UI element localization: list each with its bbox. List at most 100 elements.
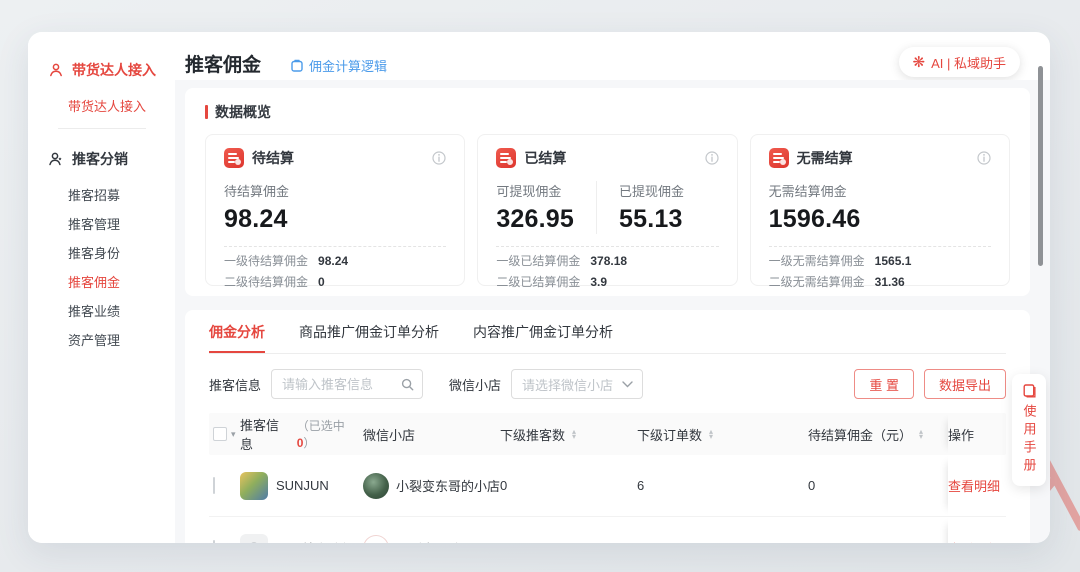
view-detail-link[interactable]: 查看明细	[948, 517, 1006, 543]
book-icon	[1022, 383, 1037, 398]
promoter-avatar	[240, 472, 268, 500]
sub-orders-value: 0	[637, 541, 808, 544]
detail-row: 二级待结算佣金 0	[224, 275, 446, 289]
search-icon[interactable]	[401, 378, 414, 391]
metric-value: 98.24	[224, 205, 289, 234]
sidebar-group-daren[interactable]: 带货达人接入	[48, 60, 156, 80]
shop-select-placeholder: 请选择微信小店	[522, 375, 613, 394]
shop-select[interactable]: 请选择微信小店	[511, 369, 643, 399]
col-sub-orders[interactable]: 下级订单数 ▴▾	[637, 425, 808, 444]
select-all-checkbox[interactable]	[213, 427, 227, 441]
analysis-tabs: 佣金分析 商品推广佣金订单分析 内容推广佣金订单分析	[209, 310, 1006, 354]
promoter-name: SUNJUN	[276, 478, 329, 493]
page-title: 推客佣金	[185, 50, 261, 77]
detail-row: 二级无需结算佣金 31.36	[769, 275, 991, 289]
ai-assistant-label: AI | 私域助手	[931, 53, 1006, 72]
col-action: 操作	[948, 413, 1006, 455]
main-content: 数据概览 待结算 待结算佣金 98.24	[175, 80, 1050, 543]
user-manual-tab[interactable]: 使用手册	[1012, 374, 1046, 486]
sidebar-group-distribution[interactable]: 推客分销	[48, 149, 128, 169]
sub-orders-value: 6	[637, 478, 808, 493]
metric-value: 1596.46	[769, 205, 861, 234]
pending-commission-value: 0	[808, 541, 948, 544]
card-title: 无需结算	[797, 148, 853, 168]
row-checkbox[interactable]	[213, 477, 215, 494]
receipt-icon	[496, 148, 516, 168]
col-promoter: 推客信息 （已选中0）	[240, 415, 363, 453]
receipt-icon	[224, 148, 244, 168]
sidebar-group-label: 带货达人接入	[72, 60, 156, 80]
metric-value: 55.13	[619, 205, 684, 234]
pending-commission-value: 0	[808, 478, 948, 493]
info-icon[interactable]	[977, 151, 991, 165]
sidebar-divider	[58, 128, 146, 129]
info-icon[interactable]	[705, 151, 719, 165]
people-icon	[48, 151, 64, 167]
export-button[interactable]: 数据导出	[924, 369, 1006, 399]
col-shop: 微信小店	[363, 425, 500, 444]
shop-logo: M	[363, 535, 389, 543]
sort-icon[interactable]: ▴▾	[919, 429, 923, 439]
tab-product-orders[interactable]: 商品推广佣金订单分析	[299, 310, 439, 353]
settled-card: 已结算 可提现佣金 326.95 已提现佣金 55.13	[477, 134, 737, 286]
sidebar: 带货达人接入 带货达人接入 推客分销 推客招募 推客管理 推客身份 推客佣金 推…	[28, 32, 176, 543]
sort-icon[interactable]: ▴▾	[572, 429, 576, 439]
card-title: 已结算	[524, 148, 566, 168]
view-detail-link[interactable]: 查看明细	[948, 455, 1006, 516]
col-pending-commission[interactable]: 待结算佣金（元） ▴▾	[808, 425, 948, 444]
sidebar-item-performance[interactable]: 推客业绩	[68, 301, 120, 320]
sort-icon[interactable]: ▴▾	[709, 429, 713, 439]
promoter-filter-label: 推客信息	[209, 375, 261, 394]
promoter-table: ▾ 推客信息 （已选中0） 微信小店 下级推客数 ▴▾ 下级订单数 ▴▾	[209, 413, 1006, 543]
sidebar-item-assets[interactable]: 资产管理	[68, 330, 120, 349]
table-header: ▾ 推客信息 （已选中0） 微信小店 下级推客数 ▴▾ 下级订单数 ▴▾	[209, 413, 1006, 455]
user-manual-label: 使用手册	[1020, 404, 1039, 476]
detail-row: 一级待结算佣金 98.24	[224, 254, 446, 268]
col-sub-promoters[interactable]: 下级推客数 ▴▾	[500, 425, 637, 444]
person-icon	[48, 62, 64, 78]
ai-assistant-button[interactable]: ❋ AI | 私域助手	[899, 47, 1020, 77]
detail-row: 一级已结算佣金 378.18	[496, 254, 718, 268]
vertical-scrollbar[interactable]	[1038, 66, 1043, 266]
overview-section: 数据概览 待结算 待结算佣金 98.24	[185, 88, 1030, 296]
metric-label: 无需结算佣金	[769, 181, 861, 200]
metric-value: 326.95	[496, 205, 574, 234]
promoter-name: 一口特立独行	[276, 539, 354, 544]
sidebar-group-label: 推客分销	[72, 149, 128, 169]
sidebar-item-identity[interactable]: 推客身份	[68, 243, 120, 262]
chevron-down-icon	[622, 381, 633, 388]
promoter-search-field[interactable]	[271, 369, 423, 399]
metric-label: 已提现佣金	[619, 181, 684, 200]
commission-logic-label: 佣金计算逻辑	[309, 56, 387, 75]
shop-filter-label: 微信小店	[449, 375, 501, 394]
analysis-section: 佣金分析 商品推广佣金订单分析 内容推广佣金订单分析 推客信息 微信小店 请选择…	[185, 310, 1030, 543]
detail-row: 一级无需结算佣金 1565.1	[769, 254, 991, 268]
table-row: 一口特立独行 M 小裂变团队 0 0 0 查看明细	[209, 517, 1006, 543]
section-title-bar	[205, 105, 208, 119]
shop-name: 小裂变东哥的小店	[396, 476, 500, 495]
sidebar-item-manage[interactable]: 推客管理	[68, 214, 120, 233]
info-icon[interactable]	[432, 151, 446, 165]
filter-bar: 推客信息 微信小店 请选择微信小店 重 置	[209, 369, 1006, 399]
metric-label: 待结算佣金	[224, 181, 289, 200]
section-title: 数据概览	[205, 102, 1010, 122]
sub-promoters-value: 0	[500, 478, 637, 493]
commission-logic-link[interactable]: 佣金计算逻辑	[290, 56, 387, 75]
table-row: SUNJUN 小裂变东哥的小店 0 6 0 查看明细	[209, 455, 1006, 517]
sidebar-item-daren-access[interactable]: 带货达人接入	[68, 96, 146, 115]
row-checkbox[interactable]	[213, 540, 215, 544]
detail-row: 二级已结算佣金 3.9	[496, 275, 718, 289]
tab-content-orders[interactable]: 内容推广佣金订单分析	[473, 310, 613, 353]
sidebar-item-commission[interactable]: 推客佣金	[68, 272, 120, 291]
sidebar-item-recruit[interactable]: 推客招募	[68, 185, 120, 204]
pending-settlement-card: 待结算 待结算佣金 98.24 一级待结算佣金	[205, 134, 465, 286]
promoter-search-input[interactable]	[282, 377, 395, 392]
receipt-icon	[769, 148, 789, 168]
shop-name: 小裂变团队	[396, 539, 461, 544]
reset-button[interactable]: 重 置	[854, 369, 914, 399]
metric-label: 可提现佣金	[496, 181, 574, 200]
sub-promoters-value: 0	[500, 541, 637, 544]
ai-rosette-icon: ❋	[913, 55, 926, 70]
caret-down-icon[interactable]: ▾	[231, 429, 236, 440]
tab-commission-analysis[interactable]: 佣金分析	[209, 310, 265, 353]
